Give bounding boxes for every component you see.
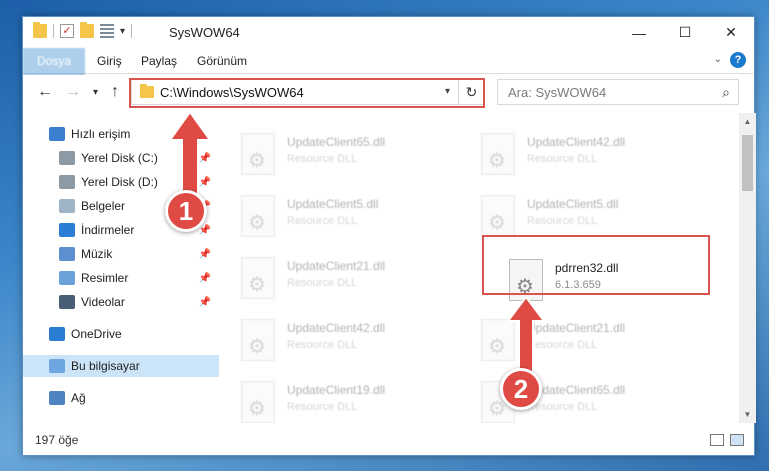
- address-highlight-box: [129, 78, 485, 108]
- file-description: Resource DLL: [287, 339, 358, 351]
- cloud-icon: [49, 327, 65, 341]
- sidebar-item-label: Ağ: [71, 391, 86, 405]
- divider: [53, 24, 54, 38]
- folder-icon: [33, 22, 47, 38]
- status-bar: 197 öğe: [23, 425, 754, 455]
- sidebar-item-pictures[interactable]: Resimler 📌: [23, 267, 219, 289]
- dll-file-icon: [241, 319, 275, 361]
- dll-file-icon: [241, 381, 275, 423]
- sidebar-item-label: Hızlı erişim: [71, 127, 131, 141]
- tab-home[interactable]: Giriş: [97, 48, 122, 74]
- properties-check-icon[interactable]: ✓: [60, 24, 74, 38]
- file-item[interactable]: UpdateClient65.dll Resource DLL: [233, 127, 458, 181]
- scroll-thumb[interactable]: [742, 135, 753, 191]
- pin-icon[interactable]: 📌: [199, 297, 211, 308]
- item-count: 197 öğe: [35, 433, 79, 447]
- file-name: UpdateClient19.dll: [287, 383, 386, 397]
- help-icon[interactable]: ?: [730, 52, 746, 68]
- dll-file-icon: [481, 195, 515, 237]
- back-arrow-icon[interactable]: ←: [37, 83, 53, 101]
- videos-icon: [59, 295, 75, 309]
- file-name: UpdateClient65.dll: [287, 135, 386, 149]
- search-box[interactable]: Ara: SysWOW64 ⌕: [497, 79, 739, 105]
- sidebar-item-network[interactable]: Ağ: [23, 387, 219, 409]
- vertical-scrollbar[interactable]: ▲ ▼: [739, 113, 756, 423]
- tab-view[interactable]: Görünüm: [197, 48, 247, 74]
- search-placeholder: Ara: SysWOW64: [508, 85, 607, 100]
- file-name: UpdateClient5.dll: [287, 197, 379, 211]
- minimize-button[interactable]: —: [616, 17, 662, 48]
- quick-access-toolbar: ✓ ▾: [33, 22, 133, 38]
- sidebar-item-label: İndirmeler: [81, 223, 135, 237]
- file-description: Resource DLL: [287, 401, 358, 413]
- sidebar-item-label: Belgeler: [81, 199, 126, 213]
- file-description: Resource DLL: [527, 153, 598, 165]
- title-bar: ✓ ▾ SysWOW64 — ☐ ✕: [23, 17, 754, 48]
- up-arrow-icon[interactable]: ↑: [111, 83, 119, 101]
- pictures-icon: [59, 271, 75, 285]
- file-description: Resource DLL: [287, 153, 358, 165]
- sidebar-item-label: Yerel Disk (D:): [81, 175, 158, 189]
- file-item[interactable]: UpdateClient21.dll Resource DLL: [233, 251, 458, 305]
- expand-ribbon-chevron-icon[interactable]: ⌄: [714, 54, 722, 65]
- dll-file-icon: [481, 133, 515, 175]
- close-button[interactable]: ✕: [708, 17, 754, 48]
- download-icon: [59, 223, 75, 237]
- maximize-button[interactable]: ☐: [662, 17, 708, 48]
- customize-quick-access-icon[interactable]: ▾: [120, 26, 125, 37]
- dll-file-icon: [241, 257, 275, 299]
- sidebar-item-label: Resimler: [81, 271, 129, 285]
- file-description: Resource DLL: [287, 215, 358, 227]
- file-description: Resource DLL: [287, 277, 358, 289]
- window-controls: — ☐ ✕: [616, 17, 754, 48]
- recent-locations-chevron-icon[interactable]: ▾: [93, 87, 98, 98]
- new-folder-icon[interactable]: [80, 22, 94, 38]
- file-name: UpdateClient42.dll: [287, 321, 386, 335]
- sidebar-item-label: Videolar: [81, 295, 125, 309]
- file-item[interactable]: UpdateClient42.dll Resource DLL: [233, 313, 458, 367]
- step-1-badge: 1: [165, 190, 207, 232]
- large-icons-view-icon[interactable]: [730, 434, 744, 446]
- sidebar-item-music[interactable]: Müzik 📌: [23, 243, 219, 265]
- forward-arrow-icon[interactable]: →: [65, 83, 81, 101]
- pin-icon[interactable]: 📌: [199, 249, 211, 260]
- sidebar-item-label: OneDrive: [71, 327, 122, 341]
- star-icon: [49, 127, 65, 141]
- file-name: UpdateClient5.dll: [527, 197, 619, 211]
- dll-file-icon: [241, 133, 275, 175]
- file-name: UpdateClient21.dll: [287, 259, 386, 273]
- divider: [131, 24, 133, 38]
- tab-share[interactable]: Paylaş: [141, 48, 177, 74]
- drive-icon: [59, 151, 75, 165]
- sidebar-item-label: Bu bilgisayar: [71, 359, 140, 373]
- sidebar-item-onedrive[interactable]: OneDrive: [23, 323, 219, 345]
- file-highlight-box: [482, 235, 710, 295]
- file-description: Resource DLL: [527, 401, 598, 413]
- dll-file-icon: [241, 195, 275, 237]
- step-2-badge: 2: [500, 368, 542, 410]
- file-description: Resource DLL: [527, 215, 598, 227]
- computer-icon: [49, 359, 65, 373]
- properties-list-icon[interactable]: [100, 24, 114, 38]
- file-item[interactable]: UpdateClient19.dll Resource DLL: [233, 375, 458, 423]
- sidebar-item-label: Yerel Disk (C:): [81, 151, 158, 165]
- window-title: SysWOW64: [169, 25, 240, 40]
- music-icon: [59, 247, 75, 261]
- ribbon-tabs: Dosya Giriş Paylaş Görünüm ⌄ ?: [23, 48, 754, 102]
- pin-icon[interactable]: 📌: [199, 273, 211, 284]
- sidebar-item-videos[interactable]: Videolar 📌: [23, 291, 219, 313]
- details-view-icon[interactable]: [710, 434, 724, 446]
- search-icon[interactable]: ⌕: [722, 84, 730, 101]
- drive-icon: [59, 175, 75, 189]
- sidebar-item-label: Müzik: [81, 247, 113, 261]
- file-item[interactable]: UpdateClient5.dll Resource DLL: [233, 189, 458, 243]
- scroll-up-icon[interactable]: ▲: [739, 113, 756, 130]
- file-item[interactable]: UpdateClient42.dll Resource DLL: [473, 127, 698, 181]
- network-icon: [49, 391, 65, 405]
- file-name: UpdateClient42.dll: [527, 135, 626, 149]
- scroll-down-icon[interactable]: ▼: [739, 406, 756, 423]
- documents-icon: [59, 199, 75, 213]
- sidebar-item-this-pc[interactable]: Bu bilgisayar: [23, 355, 219, 377]
